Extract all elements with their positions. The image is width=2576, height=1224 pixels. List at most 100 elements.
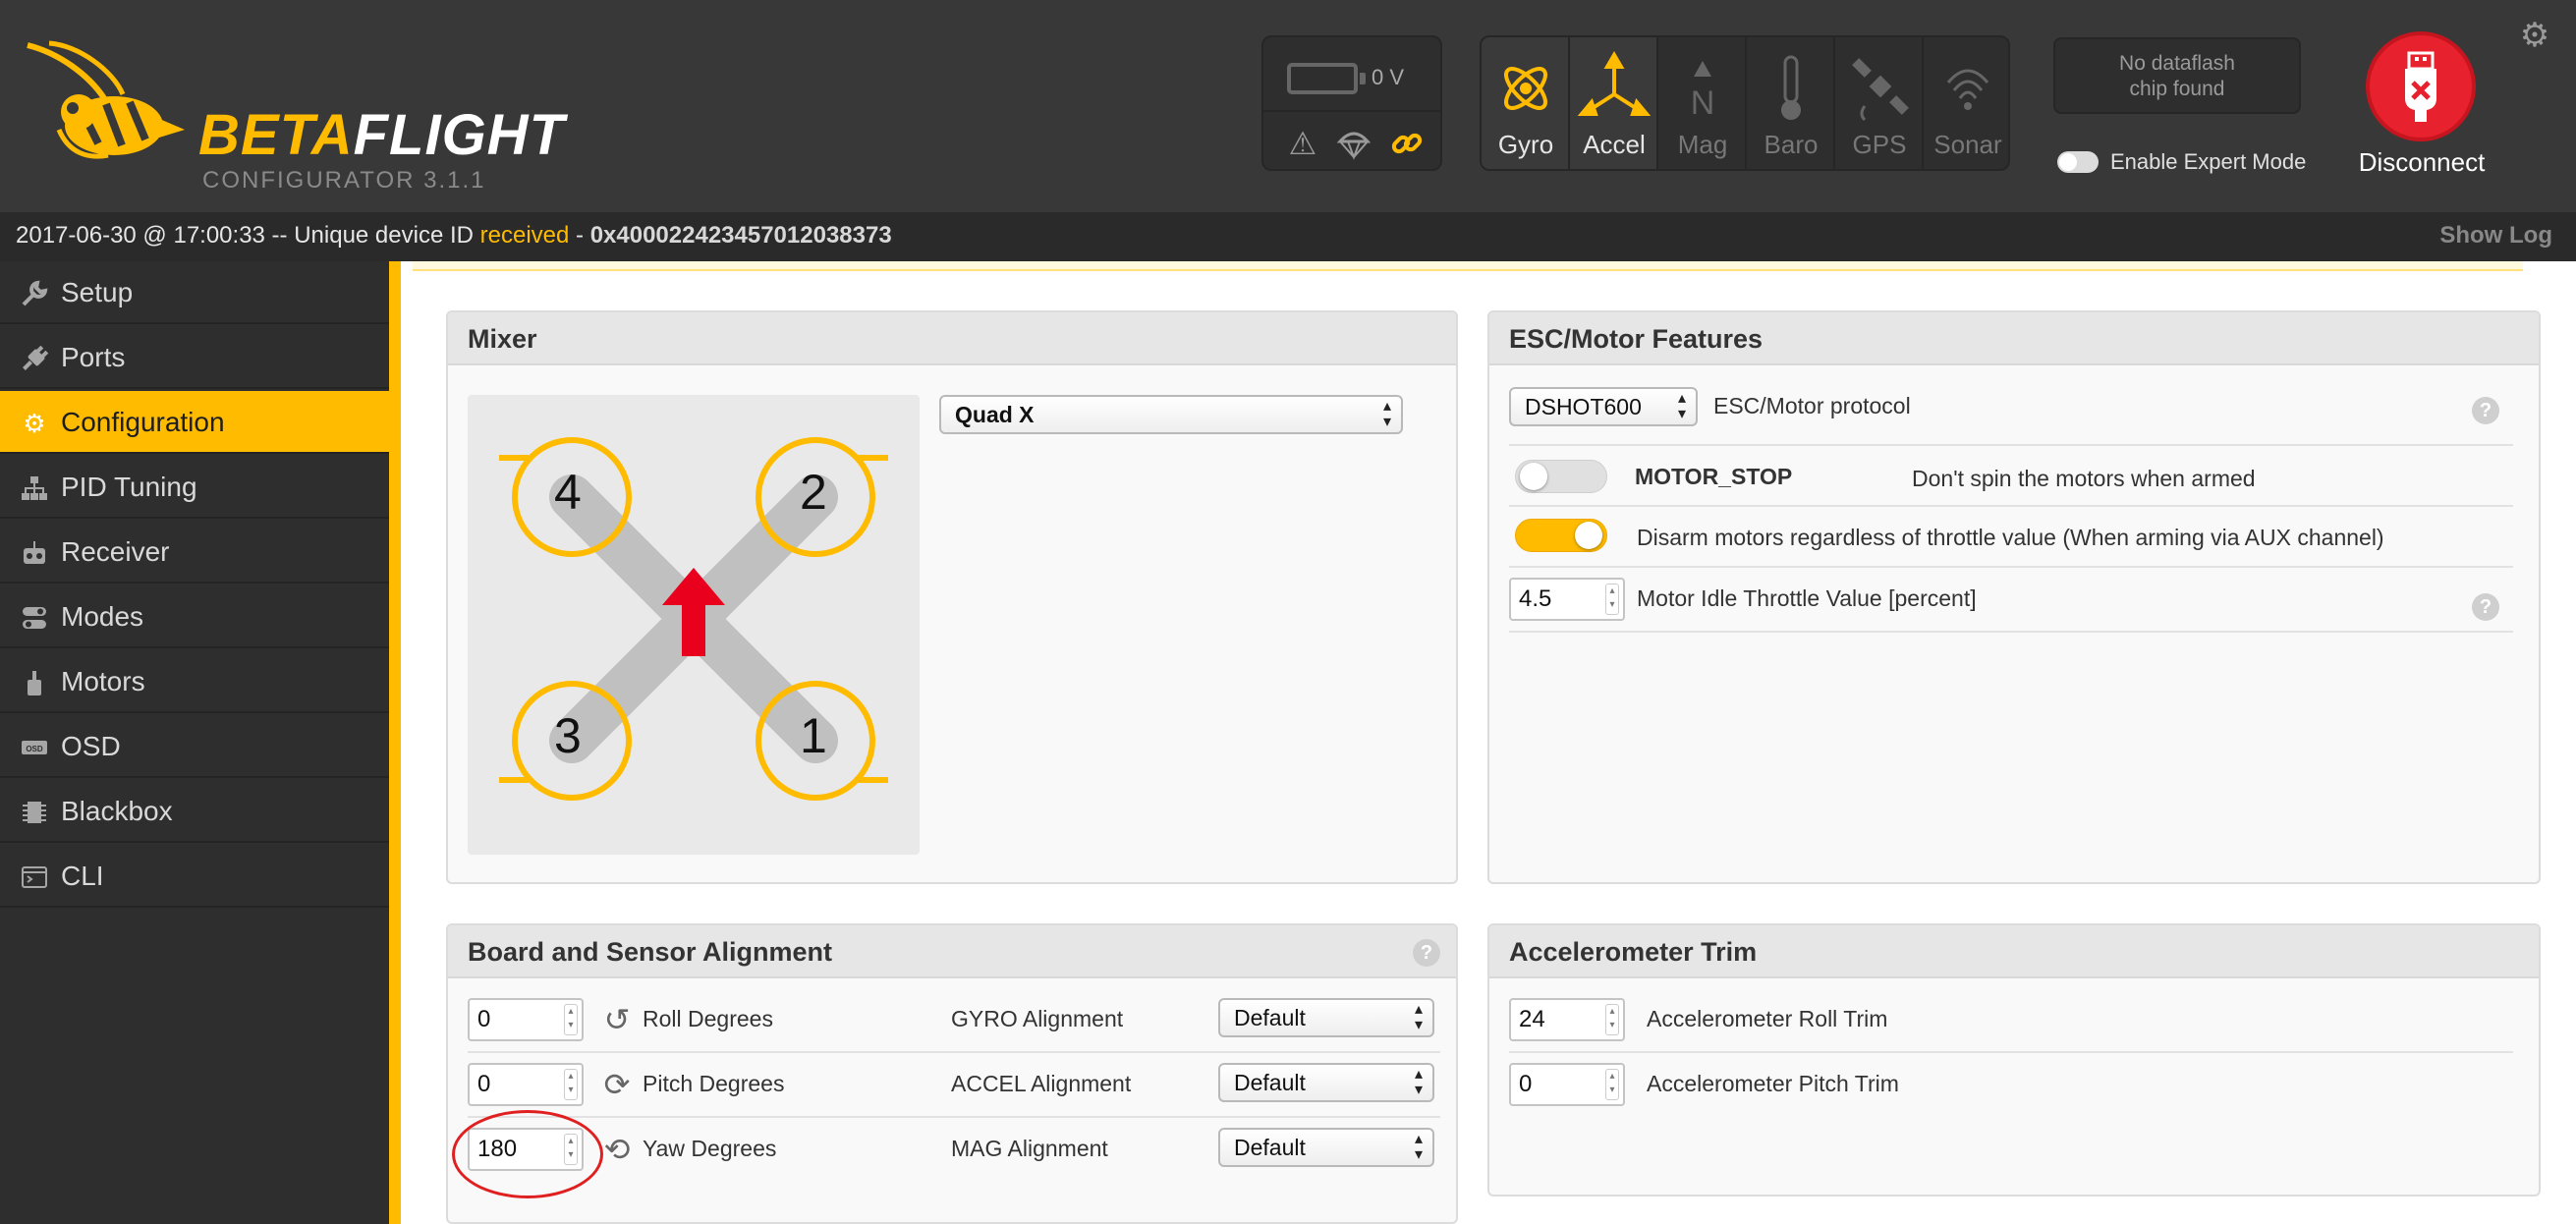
row-divider — [1509, 444, 2513, 446]
motor-3-label: 3 — [554, 708, 582, 763]
acc-trim-panel-header: Accelerometer Trim — [1489, 925, 2539, 978]
yaw-degrees-label: Yaw Degrees — [643, 1136, 777, 1161]
log-message: 2017-06-30 @ 17:00:33 -- Unique device I… — [16, 222, 892, 249]
pitch-degrees-input[interactable]: 0 ▴ ▾ — [468, 1063, 584, 1106]
disconnect-label[interactable]: Disconnect — [2338, 147, 2505, 178]
disconnect-button[interactable] — [2366, 31, 2476, 141]
bee-icon — [27, 40, 185, 159]
mixer-preview: 4 2 3 1 — [468, 395, 920, 855]
roll-degrees-input[interactable]: 0 ▴ ▾ — [468, 998, 584, 1041]
mag-alignment-label: MAG Alignment — [951, 1136, 1108, 1161]
settings-gear-icon[interactable]: ⚙ — [2515, 16, 2554, 55]
sensor-status: Gyro Accel N Mag Baro GPS Sonar — [1480, 35, 2010, 171]
sidebar-item-blackbox[interactable]: Blackbox — [0, 780, 389, 843]
top-notice-strip — [413, 261, 2523, 271]
roll-rotate-icon: ↺ — [603, 1002, 631, 1037]
help-icon[interactable]: ? — [2472, 397, 2499, 424]
warning-icon: ⚠ — [1288, 126, 1317, 161]
sidebar-item-label: Setup — [61, 277, 134, 307]
gear-icon: ⚙ — [23, 409, 46, 438]
esc-motor-panel: ESC/Motor Features DSHOT600 ▴ ▾ ESC/Motor… — [1487, 310, 2541, 884]
pitch-degrees-value: 0 — [477, 1071, 491, 1097]
disarm-motors-toggle[interactable] — [1515, 519, 1607, 552]
sidebar-item-setup[interactable]: Setup — [0, 261, 389, 324]
disarm-motors-description: Disarm motors regardless of throttle val… — [1637, 525, 2384, 550]
spinner-icon[interactable]: ▴ ▾ — [1605, 1004, 1619, 1035]
sensor-label: Baro — [1764, 130, 1819, 159]
sidebar-item-modes[interactable]: Modes — [0, 585, 389, 648]
esc-panel-header: ESC/Motor Features — [1489, 312, 2539, 365]
gyro-alignment-select[interactable]: Default ▴ ▾ — [1218, 998, 1434, 1037]
usb-disconnect-icon — [2405, 51, 2436, 122]
parachute-icon — [1334, 124, 1373, 163]
sidebar-item-label: Configuration — [61, 407, 225, 437]
spinner-icon[interactable]: ▴ ▾ — [1605, 584, 1619, 615]
sidebar-item-ports[interactable]: Ports — [0, 326, 389, 389]
robot-icon — [20, 538, 49, 568]
board-alignment-panel: Board and Sensor Alignment ? 0 ▴ ▾ ↺ Roll… — [446, 923, 1458, 1224]
thermometer-icon — [1781, 55, 1801, 120]
sensor-gps: GPS — [1835, 37, 1924, 169]
spinner-icon[interactable]: ▴ ▾ — [1605, 1069, 1619, 1100]
motor-stop-description: Don't spin the motors when armed — [1912, 466, 2256, 491]
sidebar-item-receiver[interactable]: Receiver — [0, 521, 389, 584]
acc-roll-trim-label: Accelerometer Roll Trim — [1647, 1006, 1888, 1031]
motor-idle-label: Motor Idle Throttle Value [percent] — [1637, 585, 1977, 611]
accel-alignment-value: Default — [1234, 1070, 1306, 1095]
row-divider — [1509, 505, 2513, 507]
sidebar-item-pid-tuning[interactable]: PID Tuning — [0, 456, 389, 519]
sidebar-item-label: Receiver — [61, 536, 170, 567]
mixer-type-select[interactable]: Quad X ▴ ▾ — [939, 395, 1403, 434]
show-log-button[interactable]: Show Log — [2439, 222, 2552, 250]
battery-icon — [1287, 63, 1366, 94]
satellite-icon — [1852, 58, 1909, 122]
expert-mode-label: Enable Expert Mode — [2110, 149, 2307, 174]
spinner-icon[interactable]: ▴ ▾ — [564, 1004, 578, 1035]
sidebar-item-configuration[interactable]: ⚙ Configuration — [0, 391, 389, 454]
pitch-rotate-icon: ⟳ — [603, 1067, 631, 1102]
sitemap-icon — [20, 473, 49, 503]
sidebar-item-osd[interactable]: OSD OSD — [0, 715, 389, 778]
mag-alignment-select[interactable]: Default ▴ ▾ — [1218, 1128, 1434, 1167]
battery-voltage: 0 V — [1372, 65, 1405, 89]
esc-protocol-select[interactable]: DSHOT600 ▴ ▾ — [1509, 387, 1698, 426]
help-icon[interactable]: ? — [1413, 939, 1440, 967]
wrench-icon — [20, 279, 49, 308]
sensor-baro: Baro — [1747, 37, 1835, 169]
sensor-label: Accel — [1583, 130, 1646, 159]
gyro-icon — [1504, 67, 1547, 110]
terminal-icon — [20, 862, 49, 892]
mag-alignment-value: Default — [1234, 1135, 1306, 1160]
sidebar-item-label: Blackbox — [61, 796, 173, 826]
sidebar-item-label: PID Tuning — [61, 472, 197, 502]
battery-divider — [1263, 110, 1440, 112]
accelerometer-trim-panel: Accelerometer Trim 24 ▴ ▾ Accelerometer R… — [1487, 923, 2541, 1196]
log-bar: 2017-06-30 @ 17:00:33 -- Unique device I… — [0, 212, 2576, 261]
acc-pitch-trim-input[interactable]: 0 ▴ ▾ — [1509, 1063, 1625, 1106]
logo-wordmark: BETAFLIGHT — [198, 103, 565, 167]
help-icon[interactable]: ? — [2472, 593, 2499, 621]
quad-x-diagram — [499, 437, 888, 801]
toggles-icon — [20, 603, 49, 633]
spinner-icon[interactable]: ▴ ▾ — [564, 1069, 578, 1100]
motor-idle-input[interactable]: 4.5 ▴ ▾ — [1509, 578, 1625, 621]
accel-alignment-select[interactable]: Default ▴ ▾ — [1218, 1063, 1434, 1102]
sidebar-item-motors[interactable]: Motors — [0, 650, 389, 713]
chip-icon — [20, 798, 49, 827]
yaw-rotate-icon: ⟲ — [603, 1132, 631, 1167]
dataflash-line1: No dataflash — [2119, 52, 2235, 75]
mixer-title: Mixer — [468, 324, 537, 354]
row-divider — [1509, 631, 2513, 633]
compass-icon: N — [1691, 61, 1714, 122]
sidebar-item-cli[interactable]: CLI — [0, 845, 389, 908]
sonar-icon — [1946, 69, 1989, 110]
alignment-panel-header: Board and Sensor Alignment ? — [448, 925, 1456, 978]
mixer-panel: Mixer 4 2 3 1 Quad X ▴ ▾ — [446, 310, 1458, 884]
motor-stop-toggle[interactable] — [1515, 460, 1607, 493]
pitch-degrees-label: Pitch Degrees — [643, 1071, 785, 1096]
sensor-label: Gyro — [1497, 130, 1554, 159]
expert-mode-toggle[interactable] — [2057, 151, 2099, 173]
acc-roll-trim-input[interactable]: 24 ▴ ▾ — [1509, 998, 1625, 1041]
acc-trim-title: Accelerometer Trim — [1509, 937, 1758, 967]
configuration-content: Mixer 4 2 3 1 Quad X ▴ ▾ ESC/Motor Featu… — [389, 261, 2576, 1224]
